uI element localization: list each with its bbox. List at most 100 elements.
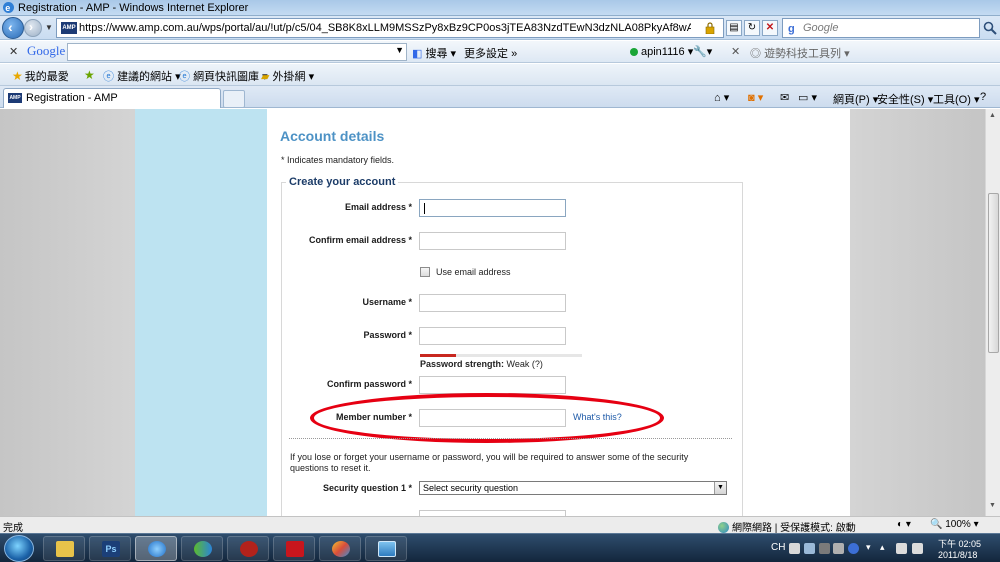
use-email-label[interactable]: Use email address bbox=[436, 267, 511, 277]
taskbar-photoshop[interactable]: Ps bbox=[89, 536, 131, 561]
web-slice-gallery-link[interactable]: ⓔ 網頁快訊圖庫 ▾ bbox=[179, 68, 268, 84]
google-search-button[interactable]: ◧ 搜尋 ▾ bbox=[412, 45, 456, 61]
print-icon[interactable]: ▭ ▾ bbox=[798, 91, 817, 104]
tab-registration-amp[interactable]: AMP Registration - AMP bbox=[3, 88, 221, 108]
google-search-label: 搜尋 bbox=[425, 48, 448, 60]
external-folder-link[interactable]: ▰ 外掛網 ▾ bbox=[261, 68, 314, 84]
home-icon[interactable]: ⌂ ▾ bbox=[714, 91, 729, 104]
page-title: Account details bbox=[280, 128, 385, 144]
new-tab-button[interactable] bbox=[223, 90, 245, 108]
tray-menu-icon[interactable]: ▾ bbox=[866, 542, 871, 553]
confirm-email-field[interactable] bbox=[419, 232, 566, 250]
tab-label: Registration - AMP bbox=[26, 92, 118, 104]
close-toolbar-icon[interactable]: ✕ bbox=[9, 45, 18, 58]
picture-viewer-icon bbox=[378, 541, 396, 557]
suggested-sites-label: 建議的網站 bbox=[117, 71, 173, 83]
page-menu[interactable]: 網頁(P) ▾ bbox=[833, 91, 878, 107]
taskbar-media-app[interactable] bbox=[227, 536, 269, 561]
password-strength-value[interactable]: Weak (?) bbox=[507, 359, 543, 369]
favorites-button[interactable]: ★ 我的最愛 bbox=[12, 68, 69, 84]
taskbar-picture-viewer[interactable] bbox=[365, 536, 407, 561]
refresh-icon[interactable]: ↻ bbox=[744, 20, 760, 36]
username-field[interactable] bbox=[419, 294, 566, 312]
member-number-field[interactable] bbox=[419, 409, 566, 427]
history-dropdown-icon[interactable]: ▼ bbox=[45, 23, 53, 32]
vertical-scrollbar[interactable]: ▲ ▼ bbox=[985, 109, 1000, 516]
google-toolbar-search-input[interactable]: ▼ bbox=[67, 43, 407, 61]
show-hidden-icons-icon[interactable]: ▴ bbox=[880, 542, 885, 553]
network-icon[interactable] bbox=[896, 543, 907, 554]
scroll-down-icon[interactable]: ▼ bbox=[989, 502, 996, 509]
ime-mode-icon[interactable] bbox=[804, 543, 815, 554]
more-settings-button[interactable]: 更多設定 » bbox=[464, 45, 517, 61]
security-question-value: Select security question bbox=[423, 483, 519, 493]
taskbar-acrobat[interactable] bbox=[273, 536, 315, 561]
tools-menu[interactable]: 工具(O) ▾ bbox=[933, 91, 979, 107]
ime-tool-icon[interactable] bbox=[819, 543, 830, 554]
forward-arrow-icon: › bbox=[29, 20, 33, 34]
ime-icon[interactable] bbox=[789, 543, 800, 554]
search-box[interactable]: g Google bbox=[782, 18, 980, 38]
tab-row: AMP Registration - AMP ⌂ ▾ ◙ ▾ ✉ ▭ ▾ 網頁(… bbox=[0, 86, 1000, 108]
taskbar-paint[interactable] bbox=[319, 536, 361, 561]
windows-taskbar: Ps CH ▾ ▴ 下午 02:05 2011/8/18 bbox=[0, 533, 1000, 562]
security-note: If you lose or forget your username or p… bbox=[290, 452, 689, 473]
start-button[interactable] bbox=[4, 535, 34, 562]
security-question-select[interactable]: Select security question ▼ bbox=[419, 481, 727, 495]
taskbar-messenger[interactable] bbox=[181, 536, 223, 561]
back-button[interactable]: ‹ bbox=[2, 17, 24, 39]
search-icon[interactable] bbox=[982, 20, 998, 36]
safety-menu[interactable]: 安全性(S) ▾ bbox=[877, 91, 933, 107]
whats-this-link[interactable]: What's this? bbox=[573, 412, 622, 422]
mandatory-note: * Indicates mandatory fields. bbox=[281, 155, 395, 165]
member-number-label: Member number * bbox=[335, 412, 412, 422]
taskbar-explorer[interactable] bbox=[43, 536, 85, 561]
photoshop-icon: Ps bbox=[102, 541, 120, 557]
ie-app-icon: e bbox=[3, 2, 14, 13]
close-side-toolbar-icon[interactable]: ✕ bbox=[731, 45, 740, 58]
wrench-icon[interactable]: 🔧▾ bbox=[693, 45, 712, 58]
scroll-up-icon[interactable]: ▲ bbox=[989, 112, 996, 119]
address-bar[interactable]: AMP https://www.amp.com.au/wps/portal/au… bbox=[56, 18, 724, 38]
zoom-control[interactable]: 🔍 100% ▾ bbox=[930, 519, 979, 530]
folder-icon: ▰ bbox=[261, 71, 270, 83]
use-email-checkbox[interactable] bbox=[420, 267, 430, 277]
feeds-icon[interactable]: ◙ ▾ bbox=[748, 91, 763, 104]
clock-time[interactable]: 下午 02:05 bbox=[938, 537, 981, 550]
internet-zone-icon bbox=[718, 522, 729, 533]
status-bar: 完成 網際網路 | 受保護模式: 啟動 ◐ ▾ 🔍 100% ▾ bbox=[0, 516, 1000, 534]
help-icon[interactable]: ? bbox=[980, 91, 986, 103]
popup-blocker-icon[interactable]: ◐ ▾ bbox=[897, 519, 911, 530]
taskbar-internet-explorer[interactable] bbox=[135, 536, 177, 561]
suggested-sites-link[interactable]: ⓔ 建議的網站 ▾ bbox=[103, 68, 181, 84]
stop-icon[interactable]: ✕ bbox=[762, 20, 778, 36]
chevron-down-icon[interactable]: ▼ bbox=[714, 482, 726, 494]
scrollbar-thumb[interactable] bbox=[988, 193, 999, 353]
input-language[interactable]: CH bbox=[771, 542, 785, 553]
side-toolbar-button[interactable]: ◎ 遊勢科技工具列 ▾ bbox=[750, 45, 850, 61]
ie-site-icon: ⓔ bbox=[179, 71, 190, 83]
confirm-password-field[interactable] bbox=[419, 376, 566, 394]
volume-icon[interactable] bbox=[912, 543, 923, 554]
chevron-down-icon[interactable]: ▼ bbox=[395, 45, 404, 55]
add-to-favorites-bar-icon[interactable]: ★ bbox=[84, 68, 97, 82]
ie-site-icon: ⓔ bbox=[103, 71, 114, 83]
clock-date[interactable]: 2011/8/18 bbox=[938, 550, 977, 560]
svg-text:e: e bbox=[5, 3, 10, 13]
page-viewport: Account details * Indicates mandatory fi… bbox=[0, 109, 985, 516]
more-settings-label: 更多設定 bbox=[464, 48, 508, 60]
password-field[interactable] bbox=[419, 327, 566, 345]
favorites-star-icon: ★ bbox=[12, 69, 23, 83]
ime-settings-icon[interactable] bbox=[833, 543, 844, 554]
help-tray-icon[interactable] bbox=[848, 543, 859, 554]
email-field[interactable] bbox=[419, 199, 566, 217]
forward-button[interactable]: › bbox=[24, 19, 42, 37]
address-url[interactable]: https://www.amp.com.au/wps/portal/au/!ut… bbox=[79, 22, 691, 34]
google-account-menu[interactable]: apin1116 ▾ bbox=[630, 45, 693, 58]
read-mail-icon[interactable]: ✉ bbox=[780, 91, 789, 104]
side-tool-icon: ◎ bbox=[750, 48, 761, 60]
compat-view-icon[interactable]: ▤ bbox=[726, 20, 742, 36]
security-zone[interactable]: 網際網路 | 受保護模式: 啟動 bbox=[718, 519, 856, 534]
google-logo[interactable]: Google bbox=[27, 43, 65, 59]
lock-icon[interactable] bbox=[705, 22, 715, 34]
